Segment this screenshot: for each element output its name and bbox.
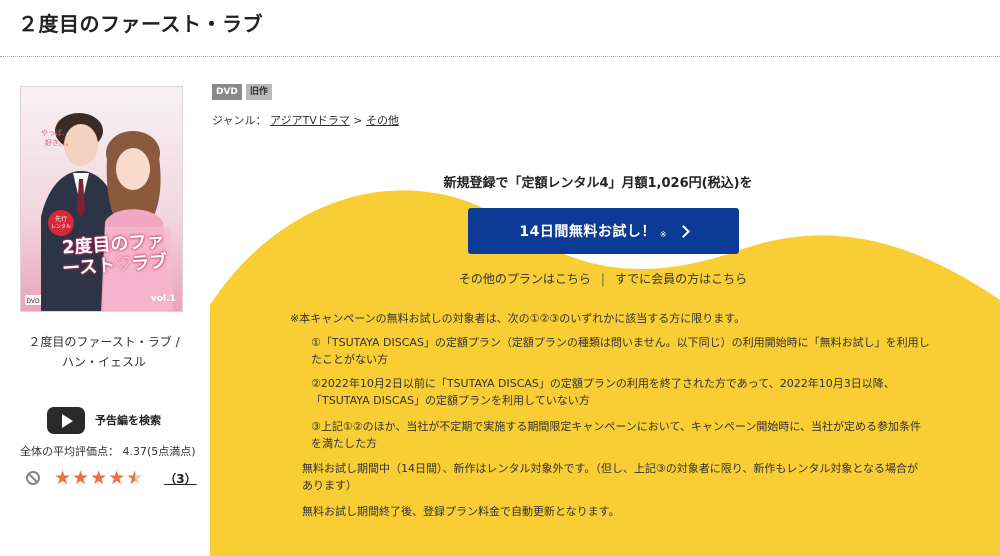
- chevron-right-icon: [676, 224, 690, 238]
- other-plans-link[interactable]: その他のプランはこちら: [459, 272, 591, 286]
- video-play-icon: [47, 406, 85, 434]
- svg-text:先行: 先行: [55, 215, 67, 223]
- title-divider: [0, 56, 1000, 57]
- star-icon: ★: [108, 467, 126, 489]
- svg-text:レンタル: レンタル: [51, 223, 71, 230]
- trailer-search-label: 予告編を検索: [95, 414, 161, 427]
- star-icon: ★: [72, 467, 90, 489]
- star-rating: ★ ★ ★ ★ ★: [54, 468, 144, 488]
- trailer-search-button[interactable]: 予告編を検索: [47, 406, 161, 434]
- not-interested-icon[interactable]: [26, 471, 40, 485]
- page-title: ２度目のファースト・ラブ: [18, 12, 263, 36]
- genre-breadcrumb: ジャンル： アジアTVドラマ > その他: [212, 112, 399, 128]
- star-icon: ★: [90, 467, 108, 489]
- notes-trial-period: 無料お試し期間中（14日間）、新作はレンタル対象外です。（但し、上記③の対象者に…: [302, 462, 918, 492]
- star-icon: ★: [126, 468, 143, 488]
- genre-separator: >: [353, 114, 366, 127]
- cover-art: 先行 レンタル やっぱ、 好き。。。 DVD vol.1: [21, 87, 182, 311]
- promo-headline: 新規登録で「定額レンタル4」月額1,026円(税込)を: [443, 176, 753, 191]
- notes-intro: ※本キャンペーンの無料お試しの対象者は、次の①②③のいずれかに該当する方に限りま…: [290, 312, 746, 325]
- genre-link-asian-tv-drama[interactable]: アジアTVドラマ: [270, 114, 350, 127]
- product-name[interactable]: ２度目のファースト・ラブ / ハン・イェスル: [22, 332, 186, 372]
- existing-member-link[interactable]: すでに会員の方はこちら: [615, 272, 747, 286]
- old-release-badge: 旧作: [245, 84, 272, 100]
- svg-text:やっぱ、: やっぱ、: [41, 129, 69, 137]
- cover-image[interactable]: 先行 レンタル やっぱ、 好き。。。 DVD vol.1 2度目のファースト♡ラ…: [20, 86, 183, 312]
- notes-item-3: ③上記①②のほか、当社が不定期で実施する期間限定キャンペーンにおいて、キャンペー…: [311, 420, 922, 450]
- svg-text:vol.1: vol.1: [151, 294, 176, 304]
- dvd-badge: DVD: [212, 84, 242, 100]
- notes-auto-renewal: 無料お試し期間終了後、登録プラン料金で自動更新となります。: [302, 505, 620, 518]
- notes-item-2: ②2022年10月2日以前に「TSUTAYA DISCAS」の定額プランの利用を…: [311, 377, 895, 407]
- cover-title-text: 2度目のファースト♡ラブ: [61, 230, 168, 280]
- genre-label: ジャンル：: [212, 114, 267, 127]
- plan-links: その他のプランはこちら | すでに会員の方はこちら: [398, 270, 808, 287]
- notes-item-1: ①「TSUTAYA DISCAS」の定額プラン（定額プランの種類は問いません。以…: [311, 336, 930, 366]
- svg-text:DVD: DVD: [26, 298, 40, 305]
- star-icon: ★: [54, 467, 72, 489]
- review-count-link[interactable]: （3）: [164, 470, 196, 487]
- rating-row: ★ ★ ★ ★ ★ （3）: [26, 467, 197, 489]
- average-rating-text: 全体の平均評価点： 4.37(5点満点): [20, 445, 196, 458]
- format-badges: DVD 旧作: [212, 84, 276, 100]
- genre-link-other[interactable]: その他: [366, 114, 399, 127]
- free-trial-note-mark: ※: [659, 229, 667, 239]
- free-trial-button[interactable]: 14日間無料お試し！ ※: [468, 208, 739, 254]
- svg-text:好き。。。: 好き。。。: [45, 138, 73, 147]
- link-separator: |: [600, 272, 605, 286]
- free-trial-label: 14日間無料お試し！: [519, 224, 656, 240]
